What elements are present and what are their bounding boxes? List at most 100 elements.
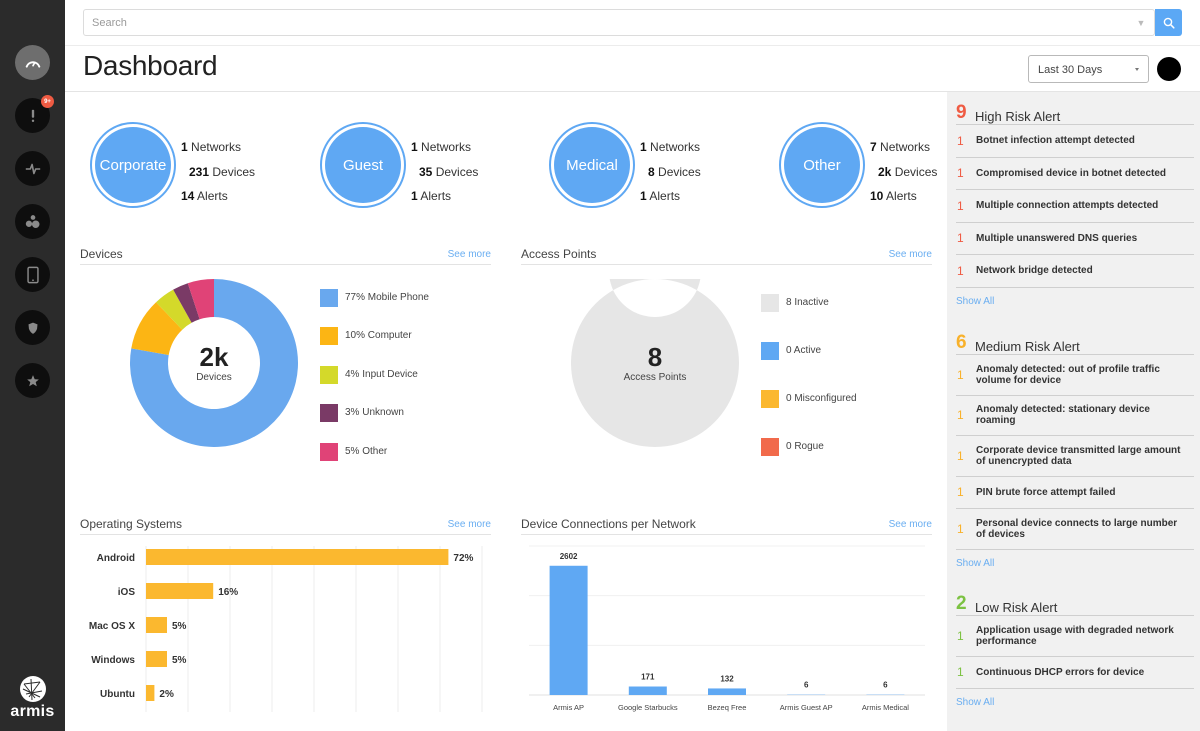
os-bar[interactable] [146, 583, 214, 599]
alert-item[interactable]: 1 Multiple connection attempts detected [956, 190, 1194, 223]
user-avatar[interactable] [1157, 57, 1181, 81]
nav-devices[interactable] [15, 257, 50, 292]
date-range-select[interactable]: Last 30 Days [1028, 55, 1149, 83]
brand-name: armis [10, 703, 55, 720]
alert-group-title: High Risk Alert [975, 109, 1061, 124]
alert-item[interactable]: 1 Corporate device transmitted large amo… [956, 436, 1194, 477]
alert-count-value: 14 [181, 189, 195, 203]
alert-item-count: 1 [957, 166, 964, 181]
connections-bar[interactable] [549, 565, 588, 695]
alert-item-text: Personal device connects to large number… [976, 517, 1178, 540]
device-count: 35 Devices [411, 160, 478, 185]
filter-icon[interactable]: ▼ [1136, 18, 1146, 28]
alert-count-label: Alerts [420, 189, 452, 203]
search-button[interactable] [1155, 9, 1182, 36]
network-count-value: 1 [411, 140, 418, 154]
alert-count-label: Alerts [649, 189, 681, 203]
os-bar[interactable] [146, 651, 167, 667]
donut-center-label: Access Points [623, 372, 687, 383]
alert-item-count: 1 [957, 408, 964, 423]
nav-activity[interactable] [15, 151, 50, 186]
alert-item[interactable]: 1 Anomaly detected: stationary device ro… [956, 396, 1194, 436]
alert-item[interactable]: 1 Multiple unanswered DNS queries [956, 223, 1194, 255]
alert-item-count: 1 [957, 263, 964, 278]
alert-item[interactable]: 1 Compromised device in botnet detected [956, 158, 1194, 190]
network-circle[interactable]: Corporate [90, 122, 176, 208]
alert-item[interactable]: 1 Network bridge detected [956, 255, 1194, 288]
os-bar[interactable] [146, 685, 155, 701]
alert-item[interactable]: 1 Botnet infection attempt detected [956, 125, 1194, 158]
legend-swatch [761, 438, 779, 456]
nav-networks[interactable] [15, 204, 50, 239]
os-bar-chart: Android 72% iOS 16% Mac OS X 5% Windows 5% Ubunt… [89, 546, 483, 712]
alert-item[interactable]: 1 Application usage with degraded networ… [956, 616, 1194, 657]
search-box: ▼ [83, 9, 1155, 36]
network-count-value: 7 [870, 140, 877, 154]
device-count: 231 Devices [181, 160, 255, 185]
network-circle[interactable]: Other [779, 122, 865, 208]
nav-alerts[interactable]: 9+ [15, 95, 54, 133]
nav-favorites[interactable] [15, 363, 50, 398]
bubbles-icon [25, 214, 39, 228]
nav-policies[interactable] [15, 310, 50, 345]
connections-value-label: 6 [883, 681, 888, 690]
show-all-link[interactable]: Show All [956, 697, 1194, 708]
low-risk-alerts: 2 Low Risk Alert 1 Application usage wit… [956, 589, 1194, 708]
connections-category-label: Armis AP [553, 703, 584, 712]
access-points-donut: 8 Access Points [570, 225, 739, 447]
high-risk-alerts: 9 High Risk Alert 1 Botnet infection att… [956, 98, 1194, 307]
alert-item[interactable]: 1 Continuous DHCP errors for device [956, 657, 1194, 689]
search-input[interactable] [84, 10, 1114, 35]
device-count-label: Devices [894, 164, 938, 179]
alert-item[interactable]: 1 Anomaly detected: out of profile traff… [956, 355, 1194, 396]
network-count: 1 Networks [181, 135, 255, 160]
alert-item[interactable]: 1 Personal device connects to large numb… [956, 509, 1194, 550]
nav-dashboard[interactable] [15, 45, 50, 80]
network-circle[interactable]: Medical [549, 122, 635, 208]
alert-item[interactable]: 1 PIN brute force attempt failed [956, 477, 1194, 509]
star-icon [26, 374, 39, 386]
alert-group-count: 2 [956, 593, 967, 614]
panel-title: Devices [80, 247, 123, 261]
panel-header: Access Points See more [521, 245, 932, 265]
donut-center-label: Devices [196, 372, 232, 383]
alert-item-count: 1 [957, 485, 964, 500]
alert-group-header: 2 Low Risk Alert [956, 589, 1194, 616]
os-panel: Operating Systems See more Android 72% iOS… [80, 515, 491, 725]
device-count-value: 2k [878, 164, 892, 179]
connections-bar[interactable] [708, 688, 746, 695]
network-circle[interactable]: Guest [320, 122, 406, 208]
alert-item-text: PIN brute force attempt failed [976, 486, 1116, 498]
network-count: 1 Networks [411, 135, 478, 160]
network-stats: 1 Networks 8 Devices 1 Alerts [640, 135, 701, 209]
search-icon [1163, 17, 1175, 29]
os-bar[interactable] [146, 549, 449, 565]
alert-item-count: 1 [957, 231, 964, 246]
show-all-link[interactable]: Show All [956, 558, 1194, 569]
see-more-link[interactable]: See more [889, 519, 932, 530]
alert-group-header: 9 High Risk Alert [956, 98, 1194, 125]
network-name: Other [784, 127, 860, 203]
os-value-label: 72% [453, 553, 473, 564]
show-all-link[interactable]: Show All [956, 296, 1194, 307]
tablet-icon [26, 266, 39, 283]
network-name: Medical [554, 127, 630, 203]
panel-title: Access Points [521, 247, 597, 261]
device-count-value: 35 [419, 164, 433, 179]
see-more-link[interactable]: See more [889, 249, 932, 260]
alert-item-count: 1 [957, 133, 964, 148]
connections-value-label: 132 [720, 674, 734, 683]
legend-swatch [761, 390, 779, 408]
sidebar: 9+ armis [0, 0, 65, 731]
alerts-badge: 9+ [41, 95, 54, 108]
see-more-link[interactable]: See more [448, 249, 491, 260]
alert-count: 14 Alerts [181, 184, 255, 209]
connections-bar[interactable] [628, 686, 667, 695]
armis-logo-icon [19, 676, 46, 702]
os-bar[interactable] [146, 617, 167, 633]
medium-risk-alerts: 6 Medium Risk Alert 1 Anomaly detected: … [956, 328, 1194, 569]
legend-label: 5% Other [345, 445, 388, 457]
alert-item-count: 1 [957, 367, 964, 382]
see-more-link[interactable]: See more [448, 519, 491, 530]
panel-header: Device Connections per Network See more [521, 515, 932, 535]
